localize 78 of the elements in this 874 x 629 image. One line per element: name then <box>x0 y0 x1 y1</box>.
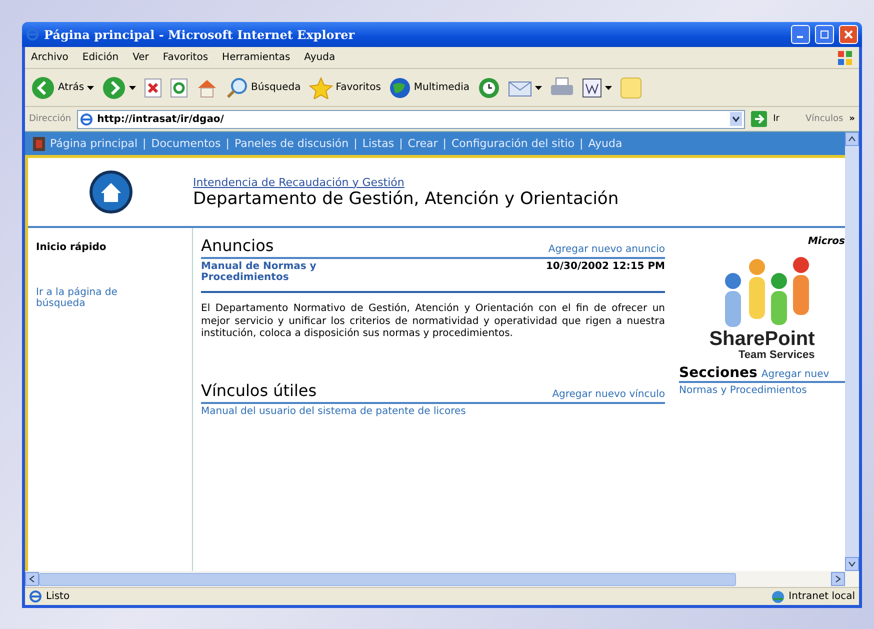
more-chevron[interactable]: » <box>849 114 855 124</box>
vertical-scrollbar[interactable] <box>845 132 859 571</box>
search-icon[interactable] <box>226 76 248 98</box>
network-globe-icon <box>770 590 785 604</box>
minimize-button[interactable] <box>791 25 810 44</box>
caret-icon[interactable] <box>87 84 94 91</box>
section-link[interactable]: Normas y Procedimientos <box>679 383 845 396</box>
page-title: Departamento de Gestión, Atención y Orientación <box>193 188 619 208</box>
section-title: Secciones <box>679 365 758 381</box>
announcement-body: El Departamento Normativo de Gestión, Atención y Orientación con el fin de ofrecer un mejor servicio y unificar los criterios de normatividad y operatividad que rigen a nuestra institución, coloca a disposición sus normas y procedimientos. <box>201 303 665 340</box>
address-field[interactable]: http://intrasat/ir/dgao/ <box>77 110 746 128</box>
menu-item[interactable]: Ayuda <box>304 52 336 63</box>
nav-separator: | <box>442 137 446 150</box>
nav-separator: | <box>580 137 584 150</box>
logo-title: SharePoint <box>709 329 815 349</box>
refresh-icon[interactable] <box>170 78 188 98</box>
section-title: Vínculos útiles <box>201 380 317 400</box>
toolbar-label[interactable]: Multimedia <box>414 82 470 93</box>
add-link[interactable]: Agregar nuevo anuncio <box>548 244 665 255</box>
nav-separator: | <box>354 137 358 150</box>
home-icon[interactable] <box>88 170 132 214</box>
menu-item[interactable]: Archivo <box>31 52 68 63</box>
scroll-down-icon[interactable] <box>848 561 856 567</box>
nav-link[interactable]: Listas <box>362 137 394 150</box>
brand-text: Micros <box>808 236 845 247</box>
maximize-icon[interactable] <box>820 30 829 39</box>
scroll-left-icon[interactable] <box>29 575 35 583</box>
nav-link[interactable]: Crear <box>408 137 438 150</box>
parent-site-link[interactable]: Intendencia de Recaudación y Gestión <box>193 176 619 188</box>
history-icon[interactable] <box>478 76 500 98</box>
caret-icon[interactable] <box>604 84 612 91</box>
toolbar-label[interactable]: Favoritos <box>336 82 381 93</box>
sidebar-link[interactable]: Ir a la página de búsqueda <box>36 287 156 309</box>
links-label[interactable]: Vínculos <box>805 114 844 124</box>
section-title: Anuncios <box>201 236 274 255</box>
windows-logo-icon <box>837 50 853 66</box>
announcement-title[interactable]: Manual de Normas y Procedimientos <box>201 261 361 283</box>
menu-item[interactable]: Favoritos <box>162 52 208 63</box>
nav-link[interactable]: Página principal <box>50 137 138 150</box>
nav-link[interactable]: Documentos <box>151 137 221 150</box>
address-label: Dirección <box>29 114 72 124</box>
zone-text: Intranet local <box>788 591 855 602</box>
horizontal-scrollbar[interactable] <box>25 571 859 587</box>
globe-icon[interactable] <box>388 76 411 98</box>
logo-subtitle: Team Services <box>738 349 815 361</box>
nav-separator: | <box>226 137 230 150</box>
toolbar-label[interactable]: Búsqueda <box>251 82 301 93</box>
nav-link[interactable]: Configuración del sitio <box>452 137 575 150</box>
caret-icon[interactable] <box>129 84 136 91</box>
close-button[interactable] <box>839 25 858 44</box>
site-logo-icon <box>33 136 45 150</box>
menu-item[interactable]: Ver <box>132 52 149 63</box>
status-text: Listo <box>46 591 70 602</box>
nav-link[interactable]: Paneles de discusión <box>234 137 349 150</box>
dropdown-icon[interactable] <box>730 112 742 126</box>
scroll-right-icon[interactable] <box>835 575 841 583</box>
caret-icon[interactable] <box>534 84 542 91</box>
menu-item[interactable]: Herramientas <box>222 52 290 63</box>
nav-separator: | <box>142 137 146 150</box>
maximize-button[interactable] <box>815 25 834 44</box>
star-icon[interactable] <box>308 76 333 98</box>
useful-link[interactable]: Manual del usuario del sistema de patente de licores <box>201 404 665 416</box>
go-arrow-icon[interactable] <box>751 111 768 127</box>
house-icon[interactable] <box>196 78 218 98</box>
close-icon[interactable] <box>844 30 853 39</box>
go-label[interactable]: Ir <box>773 114 780 124</box>
document-icon[interactable] <box>582 78 602 98</box>
add-link[interactable]: Agregar nuev <box>761 369 830 380</box>
toolbar-label[interactable]: Atrás <box>58 82 84 93</box>
scroll-up-icon[interactable] <box>848 136 856 142</box>
menu-item[interactable]: Edición <box>82 52 119 63</box>
announcement-date: 10/30/2002 12:15 PM <box>546 261 665 274</box>
sidebar-heading: Inicio rápido <box>36 242 108 253</box>
nav-separator: | <box>399 137 403 150</box>
stop-icon[interactable] <box>144 78 162 98</box>
nav-link[interactable]: Ayuda <box>588 137 622 150</box>
window-title: Página principal - Microsoft Internet Explorer <box>44 28 356 42</box>
add-link[interactable]: Agregar nuevo vínculo <box>552 388 665 400</box>
